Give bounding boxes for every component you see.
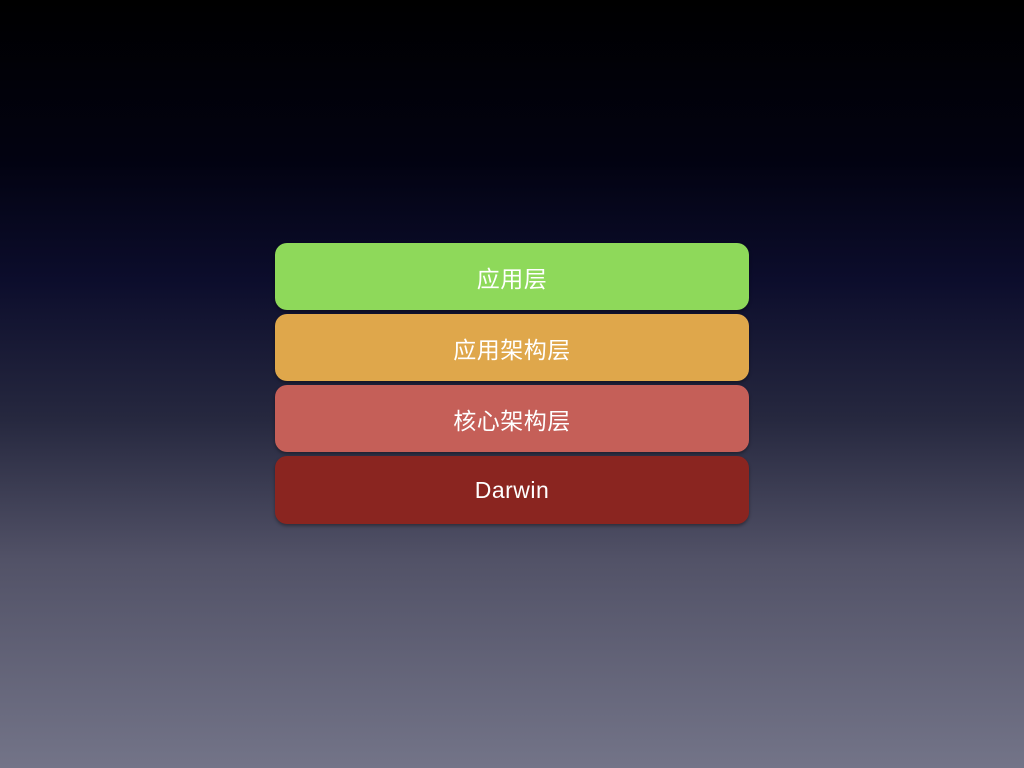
layer-darwin: Darwin <box>275 456 749 524</box>
layer-label: Darwin <box>474 476 550 503</box>
layer-application: 应用层 <box>275 243 749 310</box>
layer-label: 应用架构层 <box>453 336 571 363</box>
layer-label: 核心架构层 <box>453 407 571 434</box>
slide: 应用层 应用架构层 核心架构层 Darwin <box>0 0 1024 768</box>
layer-label: 应用层 <box>476 265 548 292</box>
layer-core-framework: 核心架构层 <box>275 385 749 452</box>
layer-application-framework: 应用架构层 <box>275 314 749 381</box>
